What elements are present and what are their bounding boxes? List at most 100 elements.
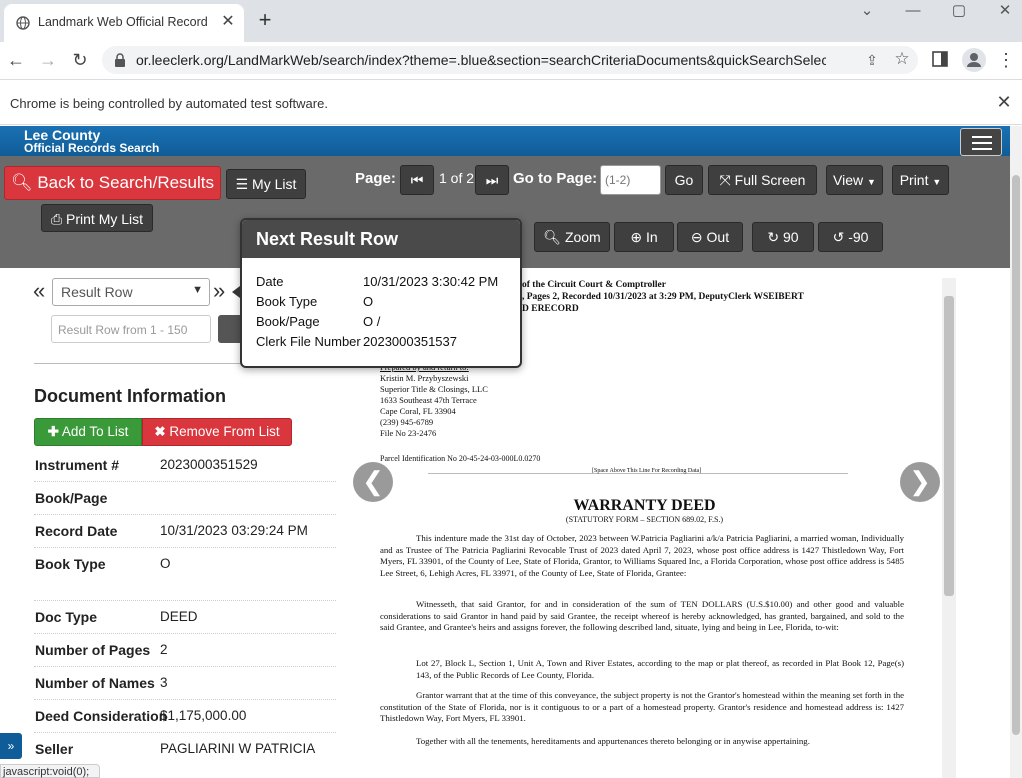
doc-preparer-line: Kristin M. Przybyszewski <box>380 373 469 383</box>
reload-icon[interactable]: ↻ <box>68 48 92 72</box>
info-label: Deed Consideration <box>35 708 168 724</box>
doc-preparer-line: File No 23-2476 <box>380 428 437 438</box>
go-button[interactable]: Go <box>665 165 703 195</box>
brand-subtitle: Official Records Search <box>24 141 160 155</box>
zoom-button[interactable]: 🔍︎ Zoom <box>534 222 610 252</box>
popover-value: 2023000351537 <box>363 334 457 349</box>
search-icon: 🔍︎ <box>10 173 33 192</box>
back-to-results-label: Back to Search/Results <box>37 173 215 192</box>
side-panel-icon[interactable] <box>930 49 950 69</box>
zoom-in-button[interactable]: ⊕ In <box>614 222 674 252</box>
first-page-icon[interactable]: ⏮ <box>400 165 434 195</box>
popover-header: Next Result Row <box>242 220 520 258</box>
doc-recording-space: [Space Above This Line For Recording Dat… <box>592 468 702 474</box>
result-row-select[interactable]: Result Row ▼ <box>52 278 210 306</box>
info-row-doc-type: Doc Type DEED <box>34 601 336 634</box>
back-to-results-button[interactable]: 🔍︎ Back to Search/Results <box>4 166 221 200</box>
view-dropdown-button[interactable]: View ▼ <box>826 165 883 195</box>
kebab-menu-icon[interactable]: ⋮ <box>996 48 1016 72</box>
doc-preparer-line: Cape Coral, FL 33904 <box>380 406 456 416</box>
zoom-out-button[interactable]: ⊖ Out <box>677 222 743 252</box>
info-value: 10/31/2023 03:29:24 PM <box>160 523 308 538</box>
popover-label: Date <box>256 274 284 289</box>
next-page-arrow-icon[interactable]: ❯ <box>900 462 940 502</box>
deed-title: WARRANTY DEED <box>573 497 716 514</box>
expand-panel-icon[interactable]: » <box>0 733 22 759</box>
info-row-number-of-pages: Number of Pages 2 <box>34 634 336 667</box>
chevron-down-icon[interactable]: ⌄ <box>844 0 890 22</box>
popover-value: O / <box>363 314 381 329</box>
caret-down-icon: ▼ <box>932 177 942 187</box>
infobar-close-icon[interactable]: ✕ <box>994 92 1014 112</box>
popover-label: Book Type <box>256 294 318 309</box>
url-text[interactable]: or.leeclerk.org/LandMarkWeb/search/index… <box>136 52 826 68</box>
minimize-icon[interactable]: — <box>890 0 936 22</box>
print-my-list-label: Print My List <box>66 211 144 227</box>
share-icon[interactable]: ⇪ <box>862 50 882 70</box>
deed-paragraph: This indenture made the 31st day of Octo… <box>380 533 904 578</box>
info-row-book-page: Book/Page <box>34 482 336 515</box>
browser-tab[interactable]: Landmark Web Official Records ✕ <box>4 4 244 42</box>
address-bar[interactable]: or.leeclerk.org/LandMarkWeb/search/index… <box>102 46 918 74</box>
zoom-label: Zoom <box>564 229 601 245</box>
info-row-book-type: Book Type O <box>34 548 336 601</box>
doc-header-line: D ERECORD <box>522 304 579 314</box>
hamburger-menu-button[interactable] <box>960 128 1002 156</box>
remove-from-list-label: Remove From List <box>169 424 280 439</box>
doc-parcel-id: Parcel Identification No 20-45-24-03-000… <box>380 454 541 463</box>
rotate-ccw-button[interactable]: ↺ -90 <box>818 222 883 252</box>
print-dropdown-button[interactable]: Print ▼ <box>892 165 949 195</box>
status-bar: javascript:void(0); <box>0 764 100 778</box>
info-label: Instrument # <box>35 457 120 473</box>
lock-icon[interactable] <box>114 53 126 67</box>
info-label: Seller <box>35 741 74 757</box>
info-label: Number of Names <box>35 675 155 691</box>
maximize-icon[interactable]: ▢ <box>936 0 982 22</box>
rotate-cw-label: 90 <box>783 229 799 245</box>
forward-arrow-icon[interactable]: → <box>36 48 60 72</box>
popover-arrow <box>232 286 240 298</box>
info-value: PAGLIARINI W PATRICIA <box>160 741 316 756</box>
deed-legal-description: Lot 27, Block L, Section 1, Unit A, Town… <box>416 658 904 680</box>
zoom-in-label: In <box>645 229 658 245</box>
my-list-button[interactable]: ☰ My List <box>226 169 306 199</box>
zoom-icon: 🔍︎ <box>543 229 562 245</box>
rotate-cw-button[interactable]: ↻ 90 <box>752 222 814 252</box>
document-info-title: Document Information <box>34 386 226 406</box>
info-label: Doc Type <box>35 609 97 625</box>
doc-header-line: of the Circuit Court & Comptroller <box>522 280 666 290</box>
info-value: O <box>160 556 171 571</box>
add-to-list-button[interactable]: ✚ Add To List <box>34 418 142 446</box>
zoom-in-icon: ⊕ <box>630 229 643 245</box>
info-value: 3 <box>160 675 168 690</box>
next-result-button[interactable]: » <box>213 278 225 304</box>
last-page-icon[interactable]: ⏭ <box>475 165 509 195</box>
page-scrollbar-thumb[interactable] <box>1012 175 1020 735</box>
zoom-out-label: Out <box>706 229 730 245</box>
profile-avatar-icon[interactable] <box>962 48 986 72</box>
full-screen-button[interactable]: ⤧ Full Screen <box>708 165 817 195</box>
bookmark-star-icon[interactable]: ☆ <box>892 49 912 69</box>
prev-page-arrow-icon[interactable]: ❮ <box>353 462 393 502</box>
tab-close-icon[interactable]: ✕ <box>218 12 238 32</box>
document-scrollbar-thumb[interactable] <box>944 296 954 596</box>
deed-paragraph: Witnesseth, that said Grantor, for and i… <box>380 599 904 633</box>
doc-preparer-line: 1633 Southeast 47th Terrace <box>380 395 477 405</box>
goto-page-label: Go to Page: <box>513 170 598 187</box>
my-list-label: My List <box>252 176 297 192</box>
page-indicator: 1 of 2 <box>439 170 475 186</box>
info-label: Book/Page <box>35 490 108 506</box>
new-tab-icon[interactable]: + <box>254 9 276 31</box>
goto-page-input[interactable] <box>600 165 661 195</box>
prev-result-button[interactable]: « <box>33 278 45 304</box>
remove-from-list-button[interactable]: ✖ Remove From List <box>142 418 292 446</box>
result-row-input[interactable]: Result Row from 1 - 150 <box>51 315 211 343</box>
window-close-icon[interactable]: ✕ <box>982 0 1022 22</box>
info-value: DEED <box>160 609 198 624</box>
expand-icon: ⤧ <box>719 172 731 188</box>
deed-subtitle: (STATUTORY FORM – SECTION 689.02, F.S.) <box>565 515 724 524</box>
info-row-deed-consideration: Deed Consideration $1,175,000.00 <box>34 700 336 733</box>
printer-icon: ⎙ <box>50 211 63 227</box>
back-arrow-icon[interactable]: ← <box>4 48 28 72</box>
print-my-list-button[interactable]: ⎙ Print My List <box>41 204 153 232</box>
